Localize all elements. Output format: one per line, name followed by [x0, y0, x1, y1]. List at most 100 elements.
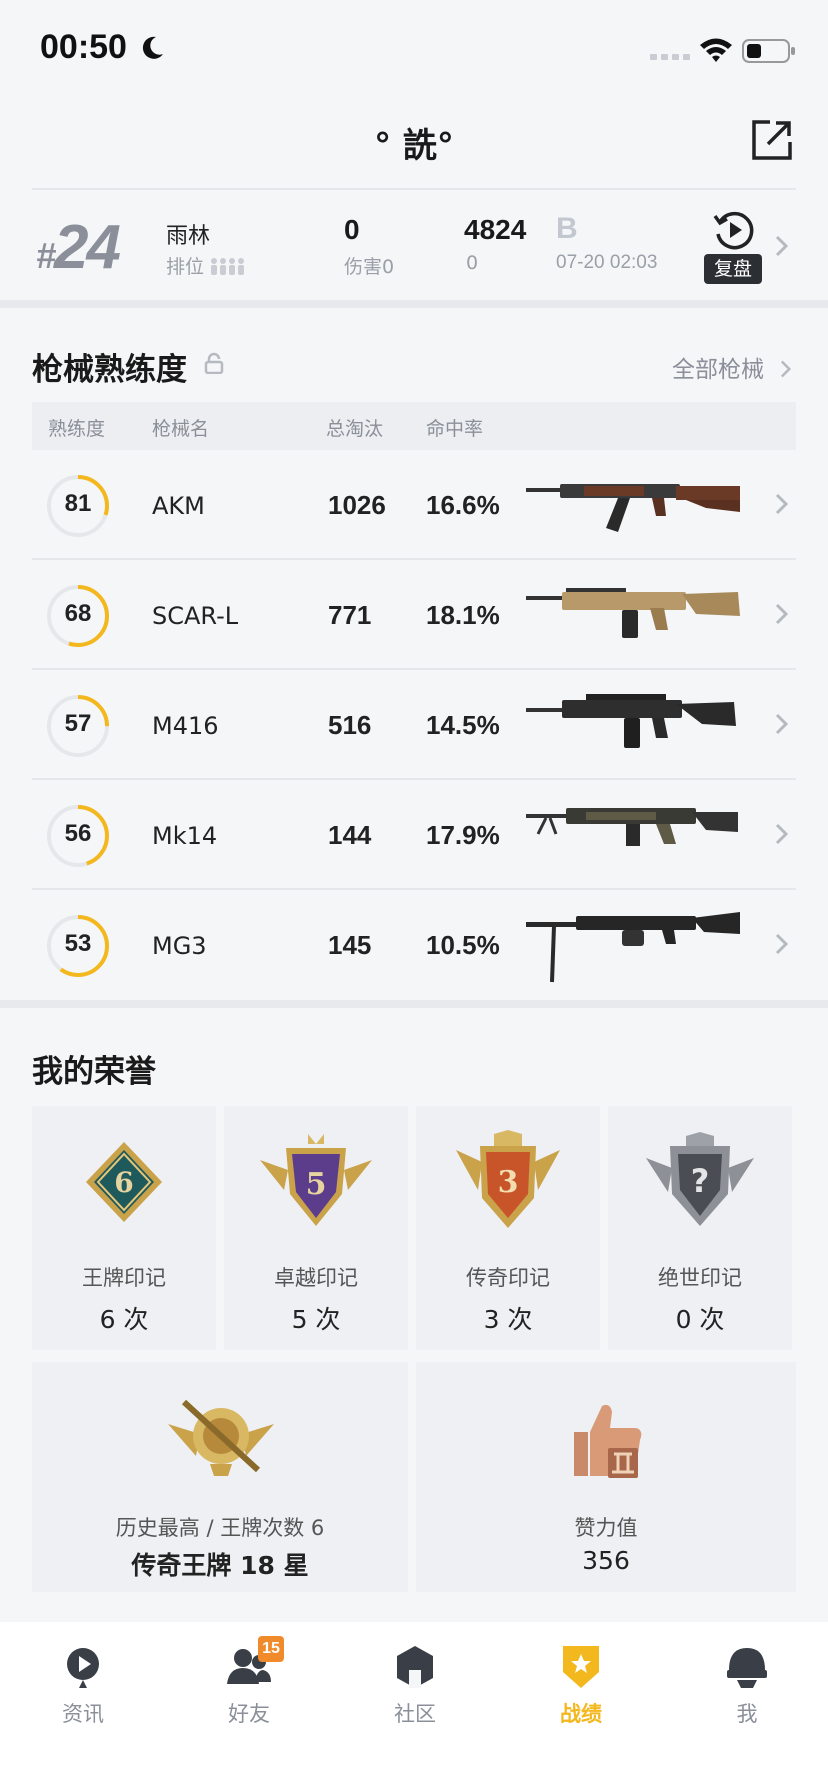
nav-label: 战绩 — [560, 1702, 602, 1726]
friends-badge: 15 — [258, 1636, 284, 1662]
honor-label: 王牌印记 — [82, 1266, 166, 1290]
honor-card-legend[interactable]: 3 传奇印记 3 次 — [416, 1106, 600, 1350]
status-bar: 00:50 — [0, 0, 828, 100]
legend-badge-icon: 3 — [456, 1130, 560, 1228]
likes-label: 赞力值 — [574, 1516, 638, 1540]
signal-icon — [650, 54, 690, 60]
weapon-kills: 771 — [328, 600, 372, 630]
proficiency-level: 53 — [64, 930, 92, 957]
header: ° 詵° — [0, 100, 828, 190]
honor-count: 0 次 — [675, 1305, 725, 1334]
proficiency-level: 81 — [64, 490, 92, 517]
weapon-kills: 145 — [328, 930, 372, 960]
weapon-row-mk14[interactable]: 56 Mk14 144 17.9% — [32, 780, 796, 890]
rank-hash: # — [36, 235, 56, 276]
weapons-table-header: 熟练度 枪械名 总淘汰 命中率 — [32, 402, 796, 450]
col-weapon-name: 枪械名 — [152, 418, 210, 440]
weapon-name: AKM — [152, 492, 205, 520]
chevron-right-icon — [775, 933, 789, 955]
highest-tier-value: 传奇王牌 18 星 — [131, 1551, 309, 1580]
page-title: ° 詵° — [374, 126, 454, 166]
m416-rifle-icon — [526, 694, 736, 748]
recent-match-row[interactable]: #24 雨林 排位 0 伤害0 4824 0 B 07-20 02:03 复盘 — [0, 190, 828, 300]
match-damage: 伤害0 — [344, 256, 395, 278]
chevron-right-icon — [775, 823, 789, 845]
chevron-right-icon — [775, 603, 789, 625]
legendary-ace-tier-icon — [168, 1399, 274, 1476]
replay-icon — [713, 211, 754, 250]
honor-card-ace[interactable]: 6 王牌印记 6 次 — [32, 1106, 216, 1350]
match-time: 07-20 02:03 — [556, 252, 658, 273]
honor-label: 卓越印记 — [274, 1266, 358, 1290]
wifi-icon — [700, 38, 732, 62]
nav-label: 资讯 — [62, 1702, 104, 1726]
ace-badge-numeral: 6 — [114, 1166, 133, 1199]
col-accuracy: 命中率 — [426, 418, 484, 440]
nav-tab-me[interactable]: 我 — [664, 1622, 828, 1752]
col-kills: 总淘汰 — [326, 418, 384, 440]
legend-badge-numeral: 3 — [498, 1165, 519, 1200]
rank-number: 24 — [54, 213, 121, 282]
weapon-name: MG3 — [152, 932, 207, 960]
weapon-kills: 144 — [328, 820, 372, 850]
bottom-nav: 资讯 15 好友 社区 战绩 我 — [0, 1622, 828, 1792]
mg3-machine-gun-icon — [526, 912, 740, 983]
honor-card-excellence[interactable]: 5 卓越印记 5 次 — [224, 1106, 408, 1350]
nav-tab-record[interactable]: 战绩 — [498, 1622, 664, 1752]
community-icon — [397, 1646, 433, 1688]
lock-icon[interactable] — [204, 352, 224, 374]
rank-mode-label: 排位 — [166, 252, 246, 279]
nav-tab-community[interactable]: 社区 — [332, 1622, 498, 1752]
match-score-sub: 0 — [466, 252, 479, 274]
chevron-right-icon — [775, 235, 789, 257]
nav-tab-friends[interactable]: 15 好友 — [166, 1622, 332, 1752]
weapon-kills: 1026 — [328, 490, 386, 520]
moon-icon — [142, 36, 163, 59]
replay-label: 复盘 — [704, 254, 762, 284]
likes-value: 356 — [582, 1546, 630, 1575]
nav-tab-news[interactable]: 资讯 — [0, 1622, 166, 1752]
chevron-right-icon — [775, 713, 789, 735]
proficiency-level: 56 — [64, 820, 92, 847]
nav-label: 好友 — [228, 1702, 270, 1726]
honors-section-title: 我的荣誉 — [32, 1054, 156, 1090]
scar-rifle-icon — [526, 588, 740, 638]
profile-helmet-icon — [727, 1648, 767, 1688]
weapon-row-scar-l[interactable]: 68 SCAR-L 771 18.1% — [32, 560, 796, 670]
replay-button[interactable]: 复盘 — [704, 208, 764, 288]
honor-card-likes[interactable]: 赞力值 356 — [416, 1362, 796, 1592]
highest-tier-label: 历史最高 / 王牌次数 6 — [115, 1516, 325, 1540]
weapon-accuracy: 14.5% — [426, 710, 500, 740]
all-weapons-link[interactable]: 全部枪械 — [672, 350, 793, 384]
section-divider — [0, 300, 828, 308]
honor-card-peerless[interactable]: ? 绝世印记 0 次 — [608, 1106, 792, 1350]
match-grade: B — [556, 212, 578, 245]
match-rank: #24 — [36, 212, 121, 283]
ace-badge-icon: 6 — [86, 1142, 162, 1222]
weapon-row-akm[interactable]: 81 AKM 1026 16.6% — [32, 450, 796, 560]
rank-mode-text: 排位 — [166, 256, 205, 278]
crown-badge-numeral: 5 — [306, 1167, 327, 1202]
weapon-name: M416 — [152, 712, 219, 740]
weapon-row-mg3[interactable]: 53 MG3 145 10.5% — [32, 890, 796, 1000]
chevron-right-icon — [781, 360, 792, 378]
map-name: 雨林 — [166, 224, 211, 249]
section-divider — [0, 1000, 828, 1008]
weapon-accuracy: 16.6% — [426, 490, 500, 520]
news-icon — [67, 1648, 99, 1688]
thumbs-up-icon — [574, 1404, 642, 1478]
weapon-accuracy: 17.9% — [426, 820, 500, 850]
honor-label: 绝世印记 — [658, 1266, 742, 1290]
weapon-name: Mk14 — [152, 822, 218, 850]
honor-card-highest-tier[interactable]: 历史最高 / 王牌次数 6 传奇王牌 18 星 — [32, 1362, 408, 1592]
squad-icon — [211, 258, 245, 275]
weapon-row-m416[interactable]: 57 M416 516 14.5% — [32, 670, 796, 780]
mk14-rifle-icon — [526, 808, 738, 846]
weapon-kills: 516 — [328, 710, 372, 740]
honor-label: 传奇印记 — [466, 1266, 550, 1290]
weapon-accuracy: 18.1% — [426, 600, 500, 630]
peerless-badge-numeral: ? — [691, 1162, 710, 1200]
share-icon[interactable] — [748, 116, 796, 164]
match-kills: 0 — [344, 214, 360, 245]
akm-rifle-icon — [526, 484, 740, 532]
